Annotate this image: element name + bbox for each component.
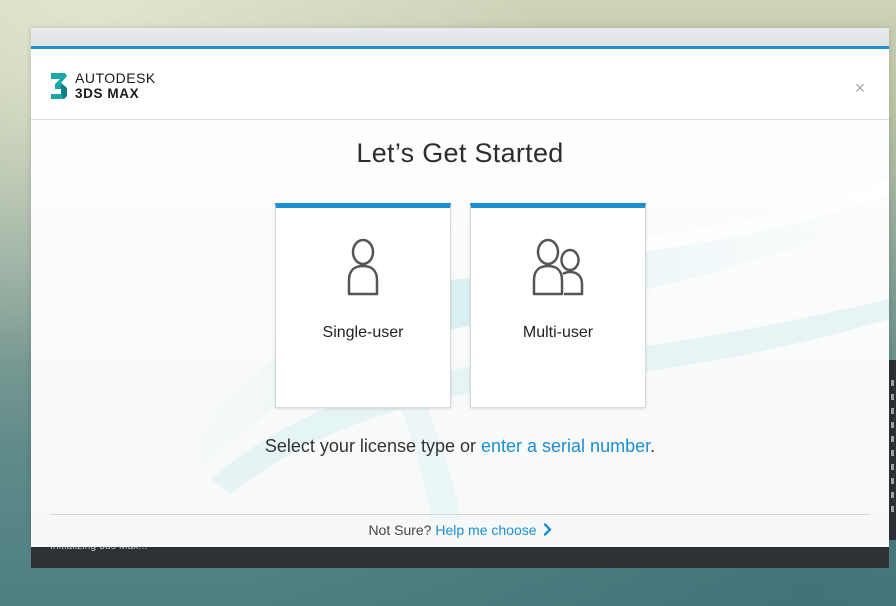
autodesk-3ds-max-logo: AUTODESK 3DS MAX	[49, 69, 156, 103]
desktop-window-edge	[889, 360, 896, 540]
single-user-option[interactable]: Single-user	[275, 203, 451, 408]
dialog-title-bar	[31, 28, 889, 46]
single-user-label: Single-user	[322, 324, 404, 341]
footer-divider	[50, 514, 870, 515]
not-sure-text: Not Sure?	[368, 522, 436, 538]
help-me-choose-link[interactable]: Help me choose	[435, 522, 536, 538]
3ds-max-logo-icon	[51, 73, 67, 99]
logo-product-text: 3DS MAX	[75, 86, 140, 102]
multi-user-label: Multi-user	[522, 324, 594, 341]
license-prompt-text: Select your license type or	[264, 436, 481, 456]
multi-user-option[interactable]: Multi-user	[470, 203, 646, 408]
license-prompt: Select your license type or enter a seri…	[31, 436, 889, 457]
close-button[interactable]: ×	[851, 79, 869, 97]
multi-user-icon	[471, 238, 645, 300]
dialog-header: AUTODESK 3DS MAX ×	[31, 49, 889, 120]
dialog-title: Let’s Get Started	[356, 138, 564, 168]
enter-serial-number-link[interactable]: enter a serial number	[481, 436, 650, 456]
logo-brand-text: AUTODESK	[75, 70, 156, 87]
dialog-footer: Not Sure? Help me choose	[31, 522, 889, 539]
single-user-icon	[276, 238, 450, 300]
chevron-right-icon[interactable]	[543, 523, 552, 539]
license-dialog: AUTODESK 3DS MAX × Let’s Get Started Sin…	[31, 28, 889, 547]
license-prompt-suffix: .	[650, 436, 656, 456]
background-artwork	[181, 179, 889, 519]
